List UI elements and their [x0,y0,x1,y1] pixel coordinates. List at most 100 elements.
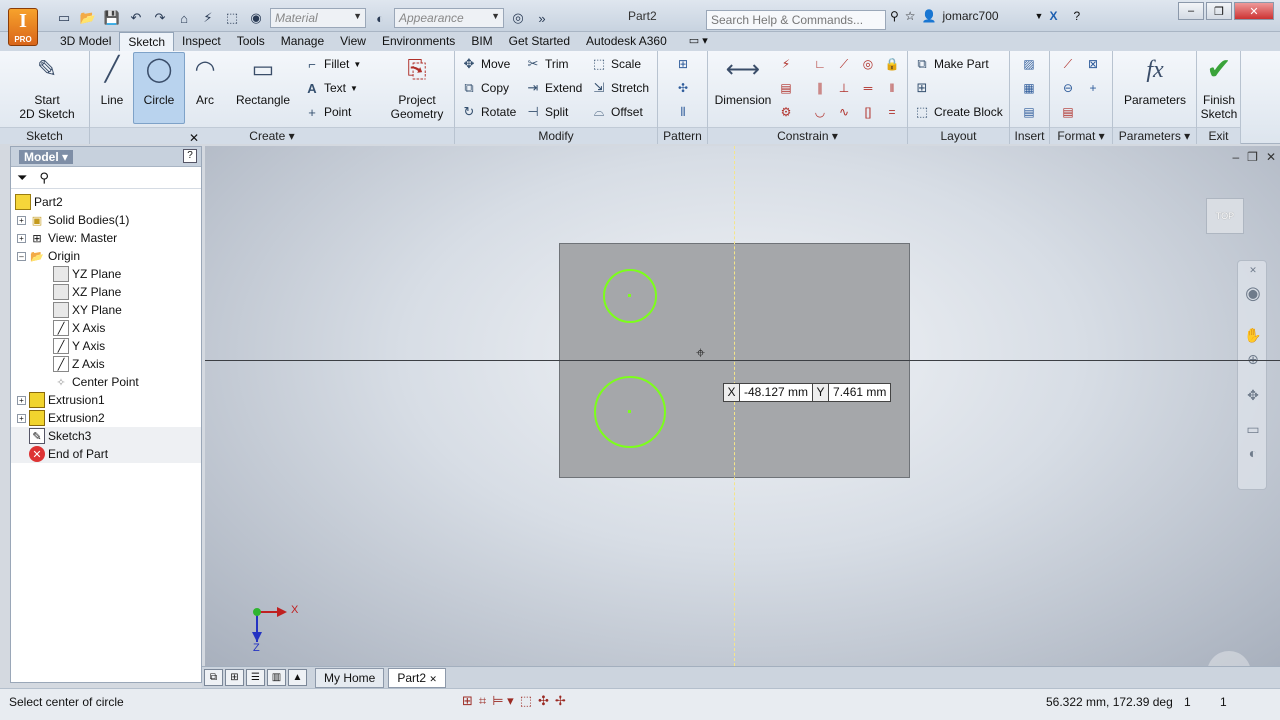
create-block-button[interactable]: ⬚ Create Block [914,102,1003,122]
tree-item-center-point[interactable]: ✧ Center Point [11,373,201,391]
restore-button[interactable]: ❐ [1206,2,1232,20]
tab-inspect[interactable]: Inspect [174,32,229,51]
copy-button[interactable]: ⧉ Copy [461,78,509,98]
tangent-icon[interactable]: ◡ [810,102,830,122]
tab-tools[interactable]: Tools [229,32,273,51]
move-button[interactable]: ✥ Move [461,54,511,74]
scale-button[interactable]: ⬚ Scale [591,54,641,74]
chevron-down-icon[interactable]: ▼ [1035,11,1044,21]
user-icon[interactable]: 👤 [922,9,937,23]
up-arrow-icon[interactable]: ▲ [288,669,307,686]
driven-dimension-icon[interactable]: ⊠ [1083,54,1103,74]
redo-icon[interactable]: ↷ [150,9,170,27]
points-icon[interactable]: ▦ [1019,78,1039,98]
tree-item-part2[interactable]: Part2 [11,193,201,211]
tree-item-xz-plane[interactable]: XZ Plane [11,283,201,301]
clear-appearance-icon[interactable]: ◎ [508,9,528,27]
material-combo[interactable]: Material ▼ [270,8,366,28]
browser-title[interactable]: Model ▾ [19,150,74,164]
appearance-nav-icon[interactable]: ◐ [1238,445,1268,461]
line-button[interactable]: ╱ Line [92,53,132,108]
perpendicular-icon[interactable]: ⊥ [834,78,854,98]
orbit-icon[interactable]: ✥ [1238,387,1268,404]
pan-icon[interactable]: ✋ [1238,327,1268,344]
auto-dimension-icon[interactable]: ⚡ [776,54,796,74]
show-constraints-icon[interactable]: ▤ [776,78,796,98]
tree-item-solid-bodies[interactable]: + ▣ Solid Bodies(1) [11,211,201,229]
finish-sketch-button[interactable]: ✔ Finish Sketch [1199,53,1239,122]
expand-icon[interactable]: + [17,233,26,243]
split-button[interactable]: ⊣ Split [525,102,568,122]
close-button[interactable]: ✕ [1234,2,1274,20]
rectangular-pattern-icon[interactable]: ⊞ [673,54,693,74]
doc-tab-my-home[interactable]: My Home [315,667,385,688]
fix-icon[interactable]: 🔒 [882,54,902,74]
circular-pattern-icon[interactable]: ✣ [673,78,693,98]
arc-button[interactable]: ◠ Arc [188,53,222,108]
new-icon[interactable]: ▭ [54,9,74,27]
panel-label-parameters[interactable]: Parameters ▾ [1113,127,1196,144]
center-point-icon[interactable]: + [1083,78,1103,98]
appearance-combo[interactable]: Appearance ▼ [394,8,504,28]
save-icon[interactable]: 💾 [102,9,122,27]
coord-x-value[interactable]: -48.127 mm [740,384,814,401]
grid-icon[interactable]: ⊞ [225,669,244,686]
search-input[interactable]: Search Help & Commands... [706,10,886,30]
mirror-icon[interactable]: ⫴ [673,102,693,122]
tab-sketch[interactable]: Sketch [119,32,175,51]
circle-center-point[interactable] [628,410,631,413]
look-at-status-icon[interactable]: ⬚ [520,693,532,709]
project-geometry-button[interactable]: ⎘ Project Geometry [384,53,450,122]
undo-icon[interactable]: ↶ [126,9,146,27]
tile-icon[interactable]: ⧉ [204,669,223,686]
tab-get-started[interactable]: Get Started [501,32,578,51]
show-format-icon[interactable]: ▤ [1058,102,1078,122]
tree-item-extrusion1[interactable]: + Extrusion1 [11,391,201,409]
star-icon[interactable]: ☆ [905,9,916,23]
tab-3d-model[interactable]: 3D Model [52,32,119,51]
tree-item-end-of-part[interactable]: ✕ End of Part [11,445,201,463]
symmetric-icon[interactable]: [] [858,102,878,122]
ribbon-options-icon[interactable]: ▭ ▾ [689,32,708,51]
tree-item-origin[interactable]: – 📂 Origin [11,247,201,265]
parallel-icon[interactable]: ∥ [810,78,830,98]
select-icon[interactable]: ⬚ [222,9,242,27]
tree-item-z-axis[interactable]: ╱ Z Axis [11,355,201,373]
show-dof-icon[interactable]: ✢ [555,693,566,709]
help-icon[interactable]: ? [1073,9,1080,23]
help-icon[interactable]: ? [183,149,197,163]
circle-button[interactable]: ◯ Circle [133,52,185,124]
parameters-button[interactable]: fx Parameters [1121,53,1189,107]
graphics-viewport[interactable]: – ❐ ✕ TOP ✕ ◉ ✋ ⊕ ✥ ▭ ◐ ⌖ X -48.127 mm Y… [205,146,1280,666]
expand-icon[interactable]: + [17,395,26,405]
panel-label-constrain[interactable]: Constrain ▾ [708,127,907,144]
user-name[interactable]: jomarc700 [943,9,999,23]
circle-center-point[interactable] [628,294,631,297]
constraint-inference-icon[interactable]: ⌗ [479,693,486,709]
tree-item-x-axis[interactable]: ╱ X Axis [11,319,201,337]
navbar-close-icon[interactable]: ✕ [1238,265,1268,276]
point-button[interactable]: + Point [304,102,351,122]
constraint-settings-icon[interactable]: ⚙ [776,102,796,122]
extend-button[interactable]: ⇥ Extend [525,78,583,98]
coord-y-value[interactable]: 7.461 mm [829,384,890,401]
make-components-button[interactable]: ⊞ [914,78,930,98]
tab-bim[interactable]: BIM [463,32,500,51]
update-icon[interactable]: ⚡ [198,9,218,27]
filter-icon[interactable]: ⏷ [17,170,27,186]
app-logo[interactable]: I PRO [8,8,38,46]
rotate-button[interactable]: ↻ Rotate [461,102,517,122]
centerline-icon[interactable]: ⊖ [1058,78,1078,98]
tree-item-yz-plane[interactable]: YZ Plane [11,265,201,283]
exchange-icon[interactable]: X [1049,9,1057,23]
acad-icon[interactable]: ▤ [1019,102,1039,122]
minimize-button[interactable]: – [1178,2,1204,20]
viewport-restore-icon[interactable]: ❐ [1247,150,1258,164]
fillet-button[interactable]: ⌐ Fillet ▼ [304,54,361,74]
tree-item-y-axis[interactable]: ╱ Y Axis [11,337,201,355]
tree-item-sketch3[interactable]: ✎ Sketch3 [11,427,201,445]
tree-item-xy-plane[interactable]: XY Plane [11,301,201,319]
tab-view[interactable]: View [332,32,374,51]
home-icon[interactable]: ⌂ [174,9,194,27]
tree-item-view-master[interactable]: + ⊞ View: Master [11,229,201,247]
